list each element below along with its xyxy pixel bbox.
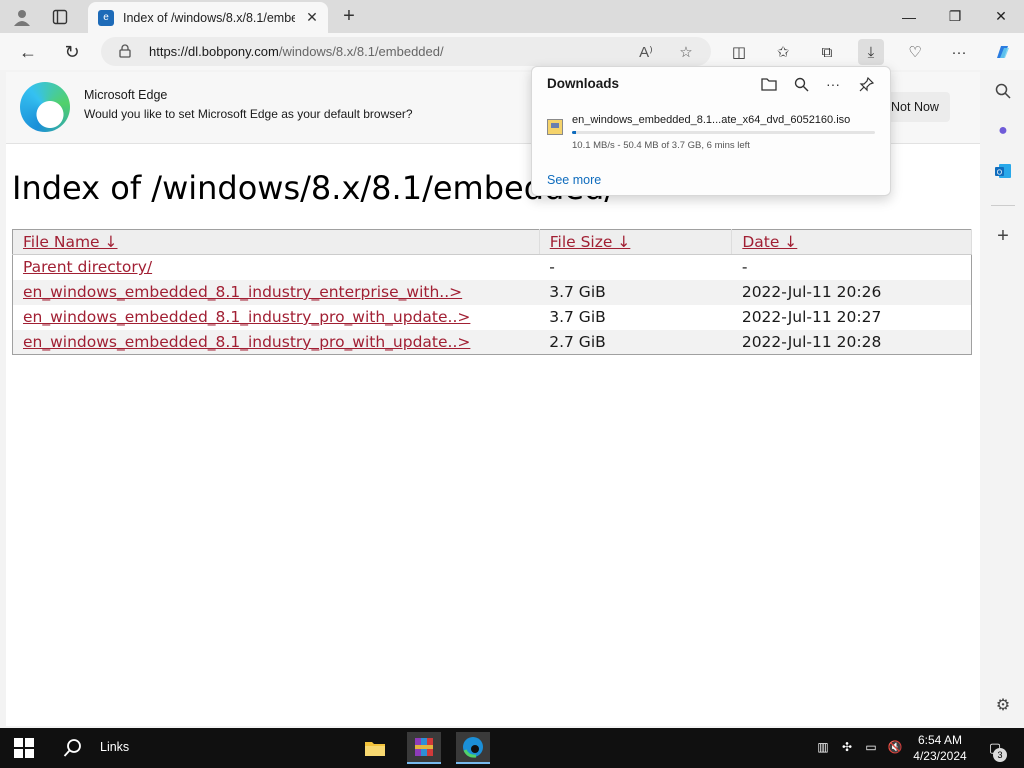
iso-file-icon	[547, 119, 563, 135]
more-options-icon[interactable]: ···	[822, 73, 844, 95]
url-host: https://dl.bobpony.com	[149, 44, 279, 59]
file-date-cell: 2022-Jul-11 20:27	[741, 308, 882, 326]
file-name-cell: Parent directory/	[13, 255, 540, 280]
back-arrow-icon[interactable]: ←	[15, 39, 41, 65]
downloads-flyout: Downloads ··· en_windows_embedded_8.1...…	[531, 66, 891, 196]
search-box-label[interactable]: Links	[100, 740, 129, 754]
search-icon[interactable]	[56, 732, 90, 764]
svg-text:O: O	[997, 170, 1003, 177]
edge-logo-icon	[20, 82, 70, 132]
page-title: Index of /windows/8.x/8.1/embedded/	[12, 169, 616, 207]
see-more-link[interactable]: See more	[547, 173, 601, 187]
winrar-icon[interactable]	[407, 732, 441, 764]
file-name-cell: en_windows_embedded_8.1_industry_enterpr…	[12, 279, 540, 305]
file-name-cell: en_windows_embedded_8.1_industry_pro_wit…	[12, 329, 540, 355]
file-date-cell: 2022-Jul-11 20:28	[731, 329, 972, 355]
column-header-date: Date ↓	[731, 229, 972, 255]
clock-time: 6:54 AM	[917, 733, 963, 747]
table-row: Parent directory/ - -	[13, 255, 972, 280]
copilot-icon[interactable]	[990, 39, 1016, 65]
download-filename[interactable]: en_windows_embedded_8.1...ate_x64_dvd_60…	[572, 114, 850, 126]
download-progress-bar	[572, 131, 875, 134]
file-date-cell: 2022-Jul-11 20:26	[731, 279, 972, 305]
browser-essentials-icon[interactable]: ♡	[902, 39, 928, 65]
file-size-cell: 3.7 GiB	[549, 308, 606, 326]
close-window-button[interactable]: ✕	[978, 0, 1024, 33]
more-options-icon[interactable]: ···	[946, 39, 972, 65]
url-text[interactable]: https://dl.bobpony.com/windows/8.x/8.1/e…	[149, 44, 444, 59]
edge-taskbar-icon[interactable]	[456, 732, 490, 764]
open-folder-icon[interactable]	[758, 73, 780, 95]
download-progress-fill	[572, 131, 576, 134]
tab-bar: e Index of /windows/8.x/8.1/embedded/ ✕ …	[0, 0, 1024, 33]
notification-count-badge: 3	[993, 748, 1007, 762]
url-path: /windows/8.x/8.1/embedded/	[278, 44, 444, 59]
split-screen-icon[interactable]: ◫	[726, 39, 752, 65]
file-link[interactable]: en_windows_embedded_8.1_industry_pro_wit…	[23, 333, 470, 351]
file-name-cell: en_windows_embedded_8.1_industry_pro_wit…	[13, 305, 540, 330]
directory-page: Index of /windows/8.x/8.1/embedded/ File…	[6, 145, 980, 726]
table-header-row: File Name ↓ File Size ↓ Date ↓	[12, 229, 972, 255]
add-icon[interactable]: +	[991, 224, 1015, 248]
taskbar: Links ▥ ✣ ▭ 🔇 6:54 AM 4/23/2024 ▢ 3	[0, 728, 1024, 768]
file-explorer-icon[interactable]	[358, 732, 392, 764]
banner-title: Microsoft Edge	[84, 88, 168, 102]
new-tab-icon[interactable]: +	[338, 5, 360, 27]
parent-directory-link[interactable]: Parent directory/	[23, 258, 152, 276]
tab-title: Index of /windows/8.x/8.1/embedded/	[123, 10, 295, 25]
downloads-title: Downloads	[547, 76, 620, 91]
table-row: en_windows_embedded_8.1_industry_pro_wit…	[13, 305, 972, 330]
tab-current[interactable]: e Index of /windows/8.x/8.1/embedded/ ✕	[88, 2, 328, 33]
tray-winrar-icon[interactable]: ▥	[815, 739, 831, 755]
edge-sidebar: ● O + ⚙	[982, 70, 1024, 728]
close-tab-icon[interactable]: ✕	[304, 9, 320, 25]
table-row: en_windows_embedded_8.1_industry_pro_wit…	[12, 329, 972, 355]
tab-actions-icon[interactable]	[49, 6, 71, 28]
file-size-cell: 3.7 GiB	[539, 279, 732, 305]
outlook-icon[interactable]: O	[991, 159, 1015, 183]
favorite-star-icon[interactable]: ☆	[675, 41, 697, 63]
minimize-button[interactable]: —	[886, 0, 932, 33]
profile-icon[interactable]	[11, 6, 33, 28]
read-aloud-icon[interactable]: A⁾	[635, 41, 657, 63]
download-status: 10.1 MB/s - 50.4 MB of 3.7 GB, 6 mins le…	[572, 140, 750, 151]
system-clock[interactable]: 6:54 AM 4/23/2024	[908, 732, 972, 764]
file-link[interactable]: en_windows_embedded_8.1_industry_pro_wit…	[23, 308, 470, 326]
settings-gear-icon[interactable]: ⚙	[991, 693, 1015, 717]
sort-by-name-link[interactable]: File Name ↓	[23, 233, 118, 251]
volume-muted-icon[interactable]: 🔇	[887, 739, 903, 755]
collections-icon[interactable]: ⧉	[814, 39, 840, 65]
page-favicon-icon: e	[98, 9, 114, 26]
sidebar-divider	[991, 205, 1015, 206]
banner-message: Would you like to set Microsoft Edge as …	[84, 107, 413, 121]
navigation-bar: ← ↻ https://dl.bobpony.com/windows/8.x/8…	[0, 33, 1024, 70]
column-header-size: File Size ↓	[539, 229, 733, 255]
clock-date: 4/23/2024	[913, 749, 967, 763]
address-bar[interactable]: https://dl.bobpony.com/windows/8.x/8.1/e…	[101, 37, 711, 66]
file-link[interactable]: en_windows_embedded_8.1_industry_enterpr…	[23, 283, 462, 301]
column-header-name: File Name ↓	[12, 229, 540, 255]
sort-by-size-link[interactable]: File Size ↓	[550, 233, 631, 251]
restore-button[interactable]: ❐	[932, 0, 978, 33]
search-icon[interactable]	[991, 79, 1015, 103]
file-date-cell: -	[741, 258, 748, 277]
lock-icon[interactable]	[119, 44, 131, 58]
downloads-icon[interactable]: ⤓	[858, 39, 884, 65]
search-icon[interactable]	[790, 73, 812, 95]
table-row: en_windows_embedded_8.1_industry_enterpr…	[12, 279, 972, 305]
windows-start-icon[interactable]	[14, 738, 34, 758]
copilot-sidebar-icon[interactable]: ●	[991, 119, 1015, 143]
refresh-icon[interactable]: ↻	[59, 39, 85, 65]
favorites-icon[interactable]: ✩	[770, 39, 796, 65]
tray-network-adapter-icon[interactable]: ✣	[839, 739, 855, 755]
file-list-table: File Name ↓ File Size ↓ Date ↓ Parent di…	[12, 229, 972, 355]
file-size-cell: -	[549, 258, 555, 277]
pin-icon[interactable]	[855, 73, 877, 95]
file-size-cell: 2.7 GiB	[539, 329, 732, 355]
sort-by-date-link[interactable]: Date ↓	[742, 233, 797, 251]
tray-display-icon[interactable]: ▭	[863, 739, 879, 755]
